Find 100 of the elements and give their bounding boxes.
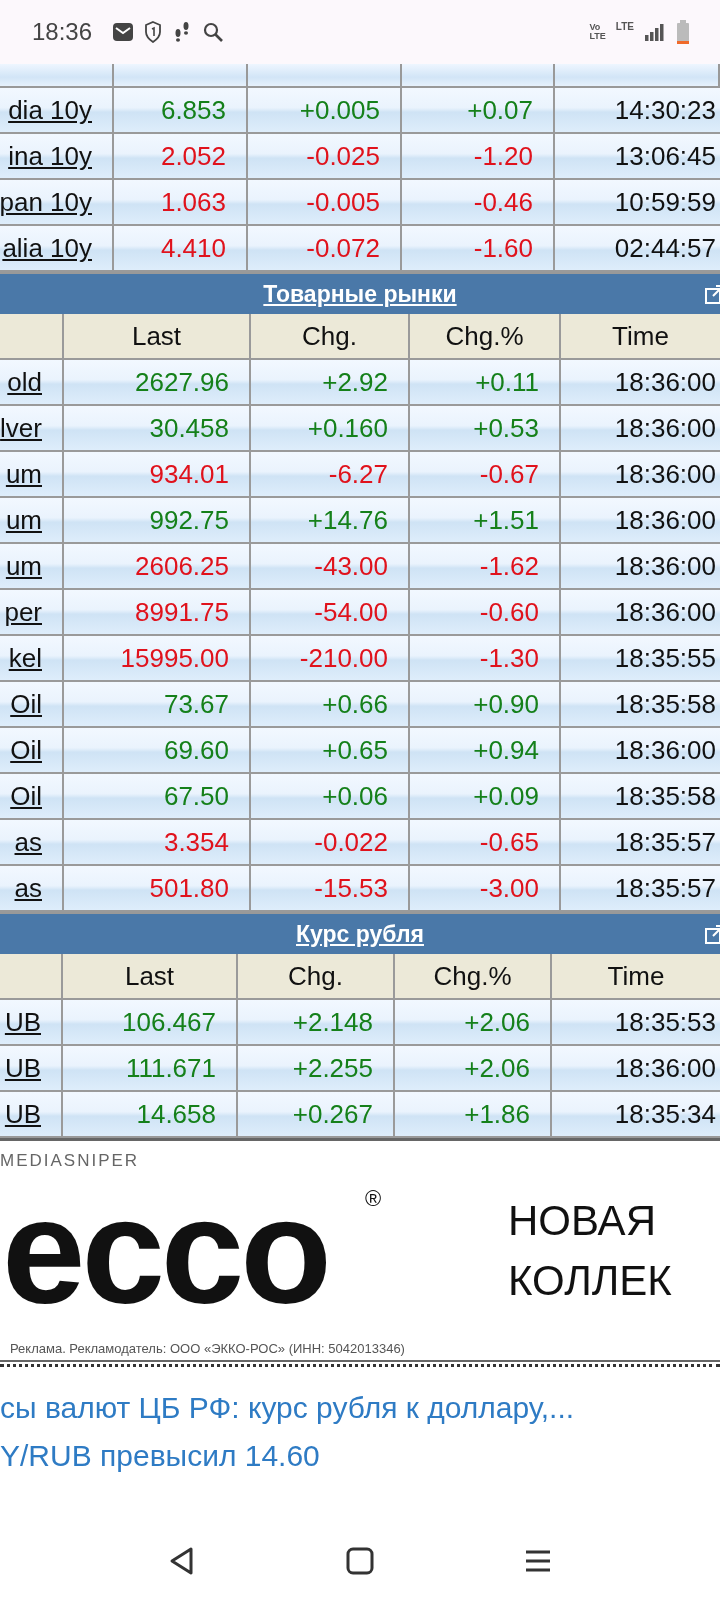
back-icon[interactable]	[168, 1546, 196, 1576]
table-cell-text: 18:35:58	[613, 779, 717, 813]
table-cell-text: 18:35:58	[613, 687, 717, 721]
column-header: Chg.	[238, 954, 395, 998]
instrument-link[interactable]: um	[5, 504, 42, 536]
table-cell-text: 18:35:57	[613, 825, 717, 859]
section-title-link[interactable]: Товарные рынки	[263, 280, 457, 308]
table-cell: 2606.25	[64, 544, 251, 588]
table-cell: -1.62	[410, 544, 561, 588]
instrument-link[interactable]: Oil	[10, 780, 42, 812]
table-cell: -3.00	[410, 866, 561, 910]
column-header: Time	[611, 319, 670, 353]
instrument-link[interactable]: old	[7, 366, 42, 398]
external-link-icon[interactable]	[704, 283, 720, 305]
table-cell: -0.67	[410, 452, 561, 496]
table-cell: -6.27	[251, 452, 410, 496]
instrument-link[interactable]: um	[5, 458, 42, 490]
column-header: Chg.%	[410, 314, 561, 358]
news-link[interactable]: сы валют ЦБ РФ: курс рубля к доллару,...	[0, 1391, 720, 1425]
home-icon[interactable]	[346, 1547, 374, 1575]
lte-indicator: LTE	[615, 22, 634, 31]
instrument-link[interactable]: pan 10y	[0, 186, 92, 218]
column-header: Chg.%	[395, 954, 552, 998]
table-cell: +2.06	[395, 1000, 552, 1044]
table-cell: 501.80	[64, 866, 251, 910]
external-link-icon[interactable]	[704, 923, 720, 945]
table-cell-text: 10:59:59	[613, 185, 717, 219]
table-cell: 8991.75	[64, 590, 251, 634]
table-cell: 30.458	[64, 406, 251, 450]
search-icon	[202, 21, 225, 43]
table-cell: -0.005	[248, 180, 402, 224]
table-cell-text: 18:35:55	[613, 641, 717, 675]
table-cell-text: 18:35:57	[613, 871, 717, 905]
table-cell: +0.90	[410, 682, 561, 726]
instrument-link[interactable]: kel	[8, 642, 42, 674]
table-cell: -0.60	[410, 590, 561, 634]
table-cell: +2.148	[238, 1000, 395, 1044]
table-cell: 2.052	[114, 134, 248, 178]
table-cell-text: 18:36:00	[613, 503, 717, 537]
column-header: Last	[63, 954, 238, 998]
instrument-link[interactable]: Oil	[10, 734, 42, 766]
table-cell: 15995.00	[64, 636, 251, 680]
table-cell: +0.65	[251, 728, 410, 772]
table-cell: -0.072	[248, 226, 402, 270]
instrument-link[interactable]: UB	[4, 1052, 41, 1084]
table-cell: +0.005	[248, 88, 402, 132]
instrument-link[interactable]: lver	[0, 412, 42, 444]
table-cell: -54.00	[251, 590, 410, 634]
table-cell: +2.92	[251, 360, 410, 404]
table-cell: +2.255	[238, 1046, 395, 1090]
shield-icon	[144, 21, 163, 43]
table-cell-text: 18:35:53	[613, 1005, 717, 1039]
ad-headline[interactable]: НОВАЯ КОЛЛЕК	[508, 1191, 672, 1311]
table-cell: -0.46	[402, 180, 555, 224]
table-cell-text: 18:36:00	[613, 549, 717, 583]
news-link[interactable]: Y/RUB превысил 14.60	[0, 1439, 720, 1473]
instrument-link[interactable]: as	[14, 872, 42, 904]
instrument-link[interactable]: as	[14, 826, 42, 858]
table-cell: +0.07	[402, 88, 555, 132]
column-header: Last	[64, 314, 251, 358]
table-cell: +2.06	[395, 1046, 552, 1090]
table-cell: +1.86	[395, 1092, 552, 1136]
table-cell: 3.354	[64, 820, 251, 864]
instrument-link[interactable]: UB	[4, 1006, 41, 1038]
table-cell: +0.267	[238, 1092, 395, 1136]
table-cell: -1.60	[402, 226, 555, 270]
table-cell-text: 02:44:57	[613, 231, 717, 265]
table-cell: 1.063	[114, 180, 248, 224]
table-cell: 6.853	[114, 88, 248, 132]
table-cell-text: 18:36:00	[613, 411, 717, 445]
section-title-link[interactable]: Курс рубля	[296, 920, 424, 948]
table-cell: -0.025	[248, 134, 402, 178]
mail-icon	[112, 22, 135, 42]
instrument-link[interactable]: dia 10y	[8, 94, 92, 126]
table-cell-text: 13:06:45	[613, 139, 717, 173]
table-cell: 4.410	[114, 226, 248, 270]
column-header: Chg.	[251, 314, 410, 358]
instrument-link[interactable]: UB	[4, 1098, 41, 1130]
table-cell: -43.00	[251, 544, 410, 588]
instrument-link[interactable]: Oil	[10, 688, 42, 720]
table-cell: -0.022	[251, 820, 410, 864]
table-cell: 73.67	[64, 682, 251, 726]
table-cell: +0.66	[251, 682, 410, 726]
volte-indicator: Vo LTE	[589, 23, 606, 41]
instrument-link[interactable]: ina 10y	[8, 140, 92, 172]
instrument-link[interactable]: alia 10y	[2, 232, 92, 264]
instrument-link[interactable]: um	[5, 550, 42, 582]
table-cell: -210.00	[251, 636, 410, 680]
table-cell: +14.76	[251, 498, 410, 542]
instrument-link[interactable]: per	[4, 596, 42, 628]
registered-mark: ®	[365, 1186, 382, 1212]
table-cell-text: 18:36:00	[613, 365, 717, 399]
menu-icon[interactable]	[524, 1549, 552, 1573]
table-cell: 934.01	[64, 452, 251, 496]
table-cell: 106.467	[63, 1000, 238, 1044]
table-cell: 992.75	[64, 498, 251, 542]
table-cell: +0.160	[251, 406, 410, 450]
battery-icon	[676, 20, 690, 44]
table-cell: -1.30	[410, 636, 561, 680]
signal-icon	[644, 22, 666, 42]
